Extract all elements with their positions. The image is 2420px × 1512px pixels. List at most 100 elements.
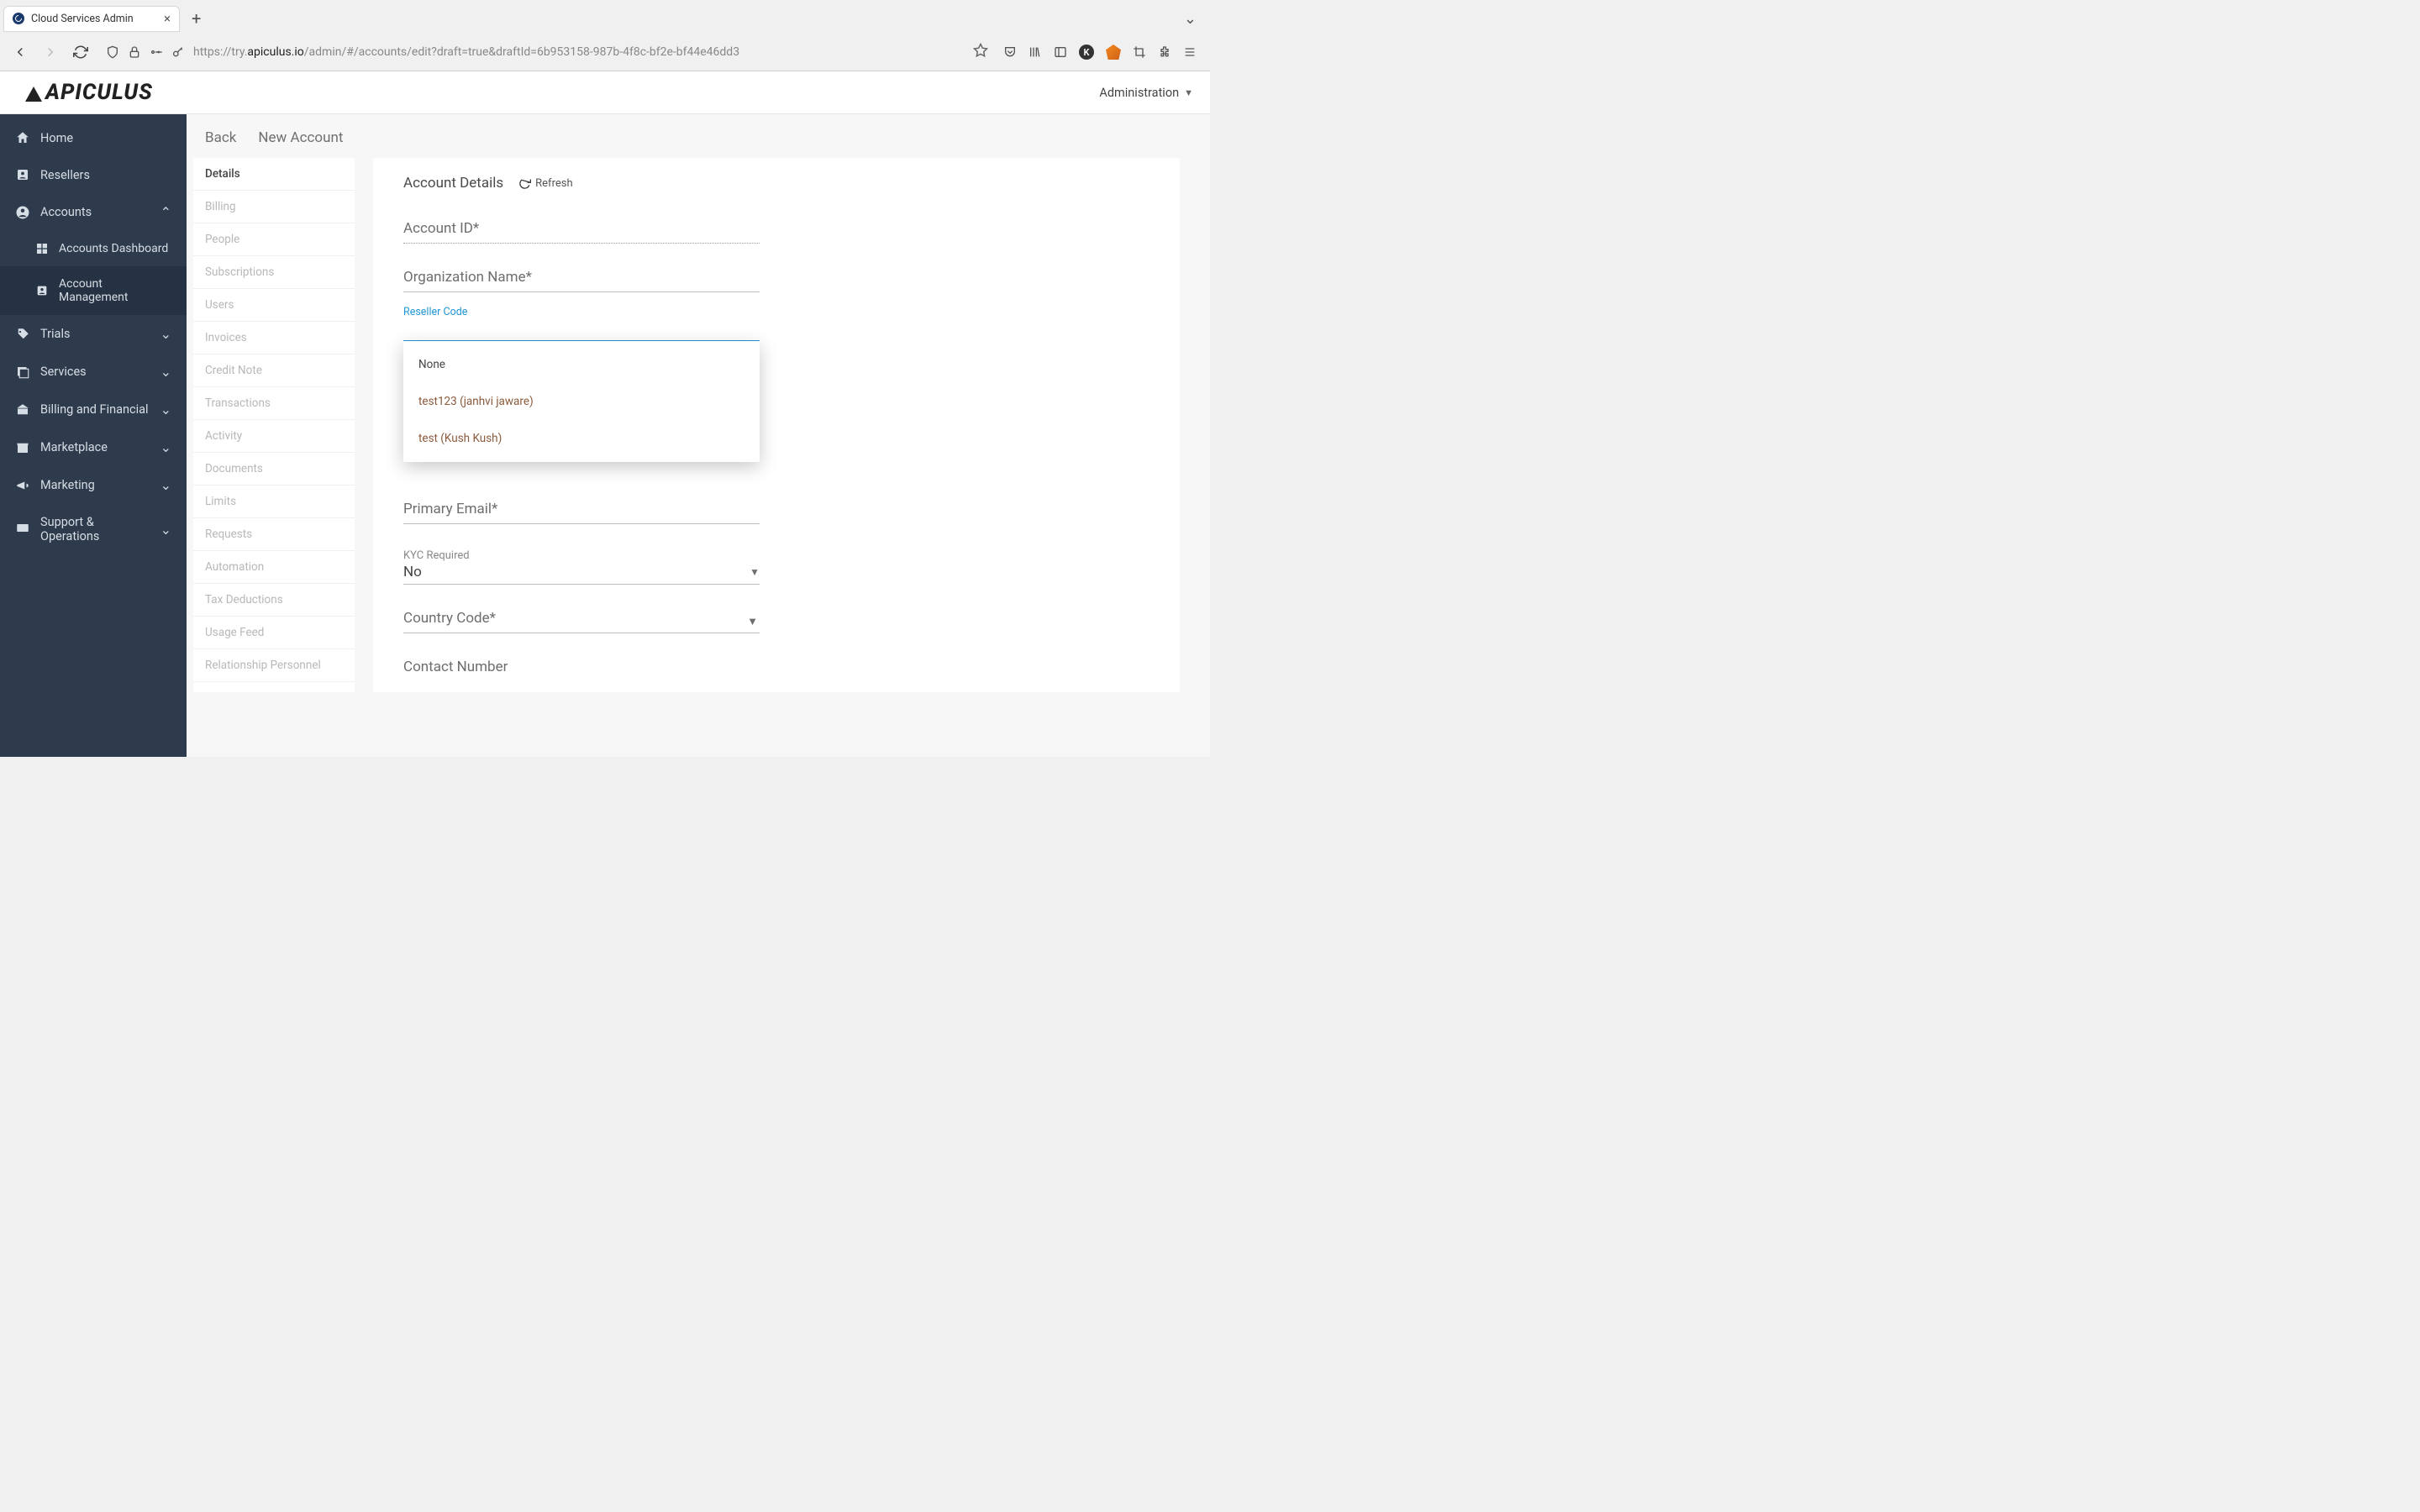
refresh-button[interactable]: Refresh: [518, 177, 572, 190]
extensions-icon[interactable]: [1158, 45, 1171, 59]
badge-icon: [15, 167, 30, 182]
sidebar-item-label: Account Management: [59, 277, 171, 304]
tab-close-icon[interactable]: ×: [164, 13, 171, 25]
dropdown-option-none[interactable]: None: [403, 346, 760, 383]
panel-head: Account Details Refresh: [403, 175, 1150, 192]
sidebar-item-marketing[interactable]: Marketing ⌄: [0, 466, 187, 504]
back-link[interactable]: Back: [205, 129, 236, 146]
page-title: New Account: [258, 129, 343, 146]
chevron-down-icon: ⌄: [160, 522, 171, 538]
toolbar-right-icons: K: [1003, 45, 1200, 60]
sidebar-item-resellers[interactable]: Resellers: [0, 156, 187, 193]
subnav-item-relationship[interactable]: Relationship Personnel: [193, 649, 355, 682]
badge-icon: [35, 284, 49, 297]
reseller-code-field[interactable]: Reseller Code None test123 (janhvi jawar…: [403, 318, 760, 341]
field-label: KYC Required: [403, 549, 760, 562]
dropdown-option-test123[interactable]: test123 (janhvi jaware): [403, 383, 760, 420]
person-icon: [15, 205, 30, 220]
subnav-item-billing[interactable]: Billing: [193, 191, 355, 223]
chevron-up-icon: ⌃: [160, 204, 171, 220]
reload-button[interactable]: [71, 42, 91, 62]
app-root: APICULUS Administration ▼ Home Resellers…: [0, 71, 1210, 757]
home-icon: [15, 130, 30, 145]
subnav-item-activity[interactable]: Activity: [193, 420, 355, 453]
crop-icon[interactable]: [1133, 45, 1146, 59]
back-button[interactable]: [10, 42, 30, 62]
content: Back New Account Details Billing People …: [187, 114, 1210, 757]
primary-email-field[interactable]: Primary Email*: [403, 501, 760, 524]
field-label: Reseller Code: [403, 306, 467, 318]
chevron-down-icon: ⌄: [160, 402, 171, 417]
caret-down-icon: ▼: [747, 615, 758, 628]
pocket-icon[interactable]: [1003, 45, 1017, 59]
sidebar-item-billing[interactable]: Billing and Financial ⌄: [0, 391, 187, 428]
forward-button[interactable]: [40, 42, 60, 62]
url-bar[interactable]: https://try.apiculus.io/admin/#/accounts…: [101, 43, 993, 61]
subnav-item-subscriptions[interactable]: Subscriptions: [193, 256, 355, 289]
metamask-icon[interactable]: [1106, 45, 1121, 60]
dashboard-icon: [35, 242, 49, 255]
logo-text: APICULUS: [45, 80, 153, 105]
subnav-item-usage-feed[interactable]: Usage Feed: [193, 617, 355, 649]
sidebar-item-accounts-dashboard[interactable]: Accounts Dashboard: [0, 231, 187, 266]
tab-favicon-icon: [13, 13, 24, 24]
subnav-item-limits[interactable]: Limits: [193, 486, 355, 518]
sidebar-item-label: Billing and Financial: [40, 402, 149, 417]
sidebar-item-services[interactable]: Services ⌄: [0, 353, 187, 391]
app-body: Home Resellers Accounts ⌃ Accounts Dashb…: [0, 114, 1210, 757]
sidebar-item-label: Trials: [40, 327, 70, 341]
content-header: Back New Account: [187, 114, 1210, 158]
sidebar-item-account-management[interactable]: Account Management: [0, 266, 187, 315]
permissions-icon: [150, 45, 163, 59]
layers-icon: [15, 365, 30, 380]
sidebar-item-trials[interactable]: Trials ⌄: [0, 315, 187, 353]
subnav-item-credit-note[interactable]: Credit Note: [193, 354, 355, 387]
subnav-item-users[interactable]: Users: [193, 289, 355, 322]
browser-chrome: Cloud Services Admin × + ⌄ https://try.a…: [0, 0, 1210, 71]
subnav-item-transactions[interactable]: Transactions: [193, 387, 355, 420]
country-code-field[interactable]: Country Code* ▼: [403, 610, 760, 633]
subnav-item-automation[interactable]: Automation: [193, 551, 355, 584]
megaphone-icon: [15, 478, 30, 493]
dropdown-option-test[interactable]: test (Kush Kush): [403, 420, 760, 457]
menu-icon[interactable]: [1183, 45, 1197, 59]
sidebar-item-label: Marketplace: [40, 440, 108, 454]
sidebar-item-label: Support & Operations: [40, 515, 150, 543]
store-icon: [15, 440, 30, 455]
sidebar-item-support[interactable]: Support & Operations ⌄: [0, 504, 187, 554]
tabs-overflow-icon[interactable]: ⌄: [1184, 10, 1207, 28]
app-logo[interactable]: APICULUS: [25, 80, 153, 105]
subnav-item-documents[interactable]: Documents: [193, 453, 355, 486]
org-name-field[interactable]: Organization Name*: [403, 269, 760, 292]
sidebar-item-marketplace[interactable]: Marketplace ⌄: [0, 428, 187, 466]
subnav-item-tax-deductions[interactable]: Tax Deductions: [193, 584, 355, 617]
kyc-value: No: [403, 564, 422, 580]
sidebar-item-home[interactable]: Home: [0, 119, 187, 156]
tag-icon: [15, 327, 30, 342]
new-tab-button[interactable]: +: [185, 8, 208, 29]
sidebar-toggle-icon[interactable]: [1054, 45, 1067, 59]
bookmark-star-icon[interactable]: [973, 43, 988, 61]
url-text: https://try.apiculus.io/admin/#/accounts…: [193, 45, 965, 59]
content-main: Details Billing People Subscriptions Use…: [187, 158, 1210, 692]
subnav-item-invoices[interactable]: Invoices: [193, 322, 355, 354]
profile-k-icon[interactable]: K: [1079, 45, 1094, 60]
panel-title: Account Details: [403, 175, 503, 192]
administration-dropdown[interactable]: Administration ▼: [1099, 86, 1193, 100]
subnav-item-people[interactable]: People: [193, 223, 355, 256]
sidebar-item-accounts[interactable]: Accounts ⌃: [0, 193, 187, 231]
lock-icon: [128, 45, 141, 59]
sidebar: Home Resellers Accounts ⌃ Accounts Dashb…: [0, 114, 187, 757]
subnav-item-requests[interactable]: Requests: [193, 518, 355, 551]
subnav-item-details[interactable]: Details: [193, 158, 355, 191]
browser-toolbar: https://try.apiculus.io/admin/#/accounts…: [0, 34, 1210, 71]
browser-tab[interactable]: Cloud Services Admin ×: [3, 6, 180, 32]
chevron-down-icon: ⌄: [160, 439, 171, 455]
url-security-icons: [106, 45, 185, 59]
kyc-field[interactable]: KYC Required No ▼: [403, 549, 760, 585]
caret-down-icon: ▼: [1184, 87, 1193, 98]
app-header: APICULUS Administration ▼: [0, 71, 1210, 114]
tab-title: Cloud Services Admin: [31, 13, 134, 25]
account-id-field[interactable]: Account ID*: [403, 220, 760, 244]
library-icon[interactable]: [1028, 45, 1042, 59]
